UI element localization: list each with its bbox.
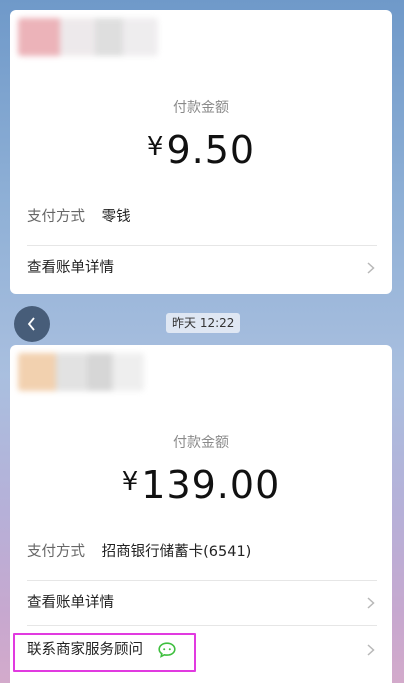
message-timestamp: 昨天 12:22 bbox=[166, 313, 241, 333]
divider bbox=[27, 625, 377, 626]
chevron-left-icon bbox=[27, 317, 35, 331]
merchant-avatar-blurred bbox=[18, 18, 158, 56]
payment-method-row: 支付方式 招商银行储蓄卡(6541) bbox=[27, 540, 377, 561]
view-bill-details-label: 查看账单详情 bbox=[27, 260, 114, 276]
view-bill-details-label: 查看账单详情 bbox=[27, 595, 114, 611]
payment-method-label: 支付方式 bbox=[27, 544, 85, 560]
merchant-avatar-blurred bbox=[18, 353, 144, 391]
back-button[interactable] bbox=[14, 306, 50, 342]
amount-label: 付款金额 bbox=[173, 435, 229, 451]
payment-method-value: 零钱 bbox=[101, 209, 131, 225]
chevron-right-icon bbox=[367, 597, 375, 609]
currency-symbol: ¥ bbox=[146, 132, 165, 162]
payment-method-label: 支付方式 bbox=[27, 209, 85, 225]
amount-value: 9.50 bbox=[166, 128, 256, 172]
currency-symbol: ¥ bbox=[121, 467, 140, 497]
payment-method-value: 招商银行储蓄卡(6541) bbox=[101, 544, 252, 560]
payment-amount: ¥9.50 bbox=[10, 128, 392, 172]
chevron-right-icon bbox=[367, 262, 375, 274]
amount-label: 付款金额 bbox=[173, 100, 229, 116]
payment-card-1: 付款金额 ¥9.50 支付方式 零钱 查看账单详情 bbox=[10, 10, 392, 294]
amount-value: 139.00 bbox=[141, 463, 281, 507]
view-bill-details-link[interactable]: 查看账单详情 bbox=[27, 581, 377, 625]
highlight-box bbox=[13, 633, 196, 672]
payment-method-row: 支付方式 零钱 bbox=[27, 205, 377, 226]
chevron-right-icon bbox=[367, 644, 375, 656]
view-bill-details-link[interactable]: 查看账单详情 bbox=[27, 246, 377, 290]
payment-amount: ¥139.00 bbox=[10, 463, 392, 507]
